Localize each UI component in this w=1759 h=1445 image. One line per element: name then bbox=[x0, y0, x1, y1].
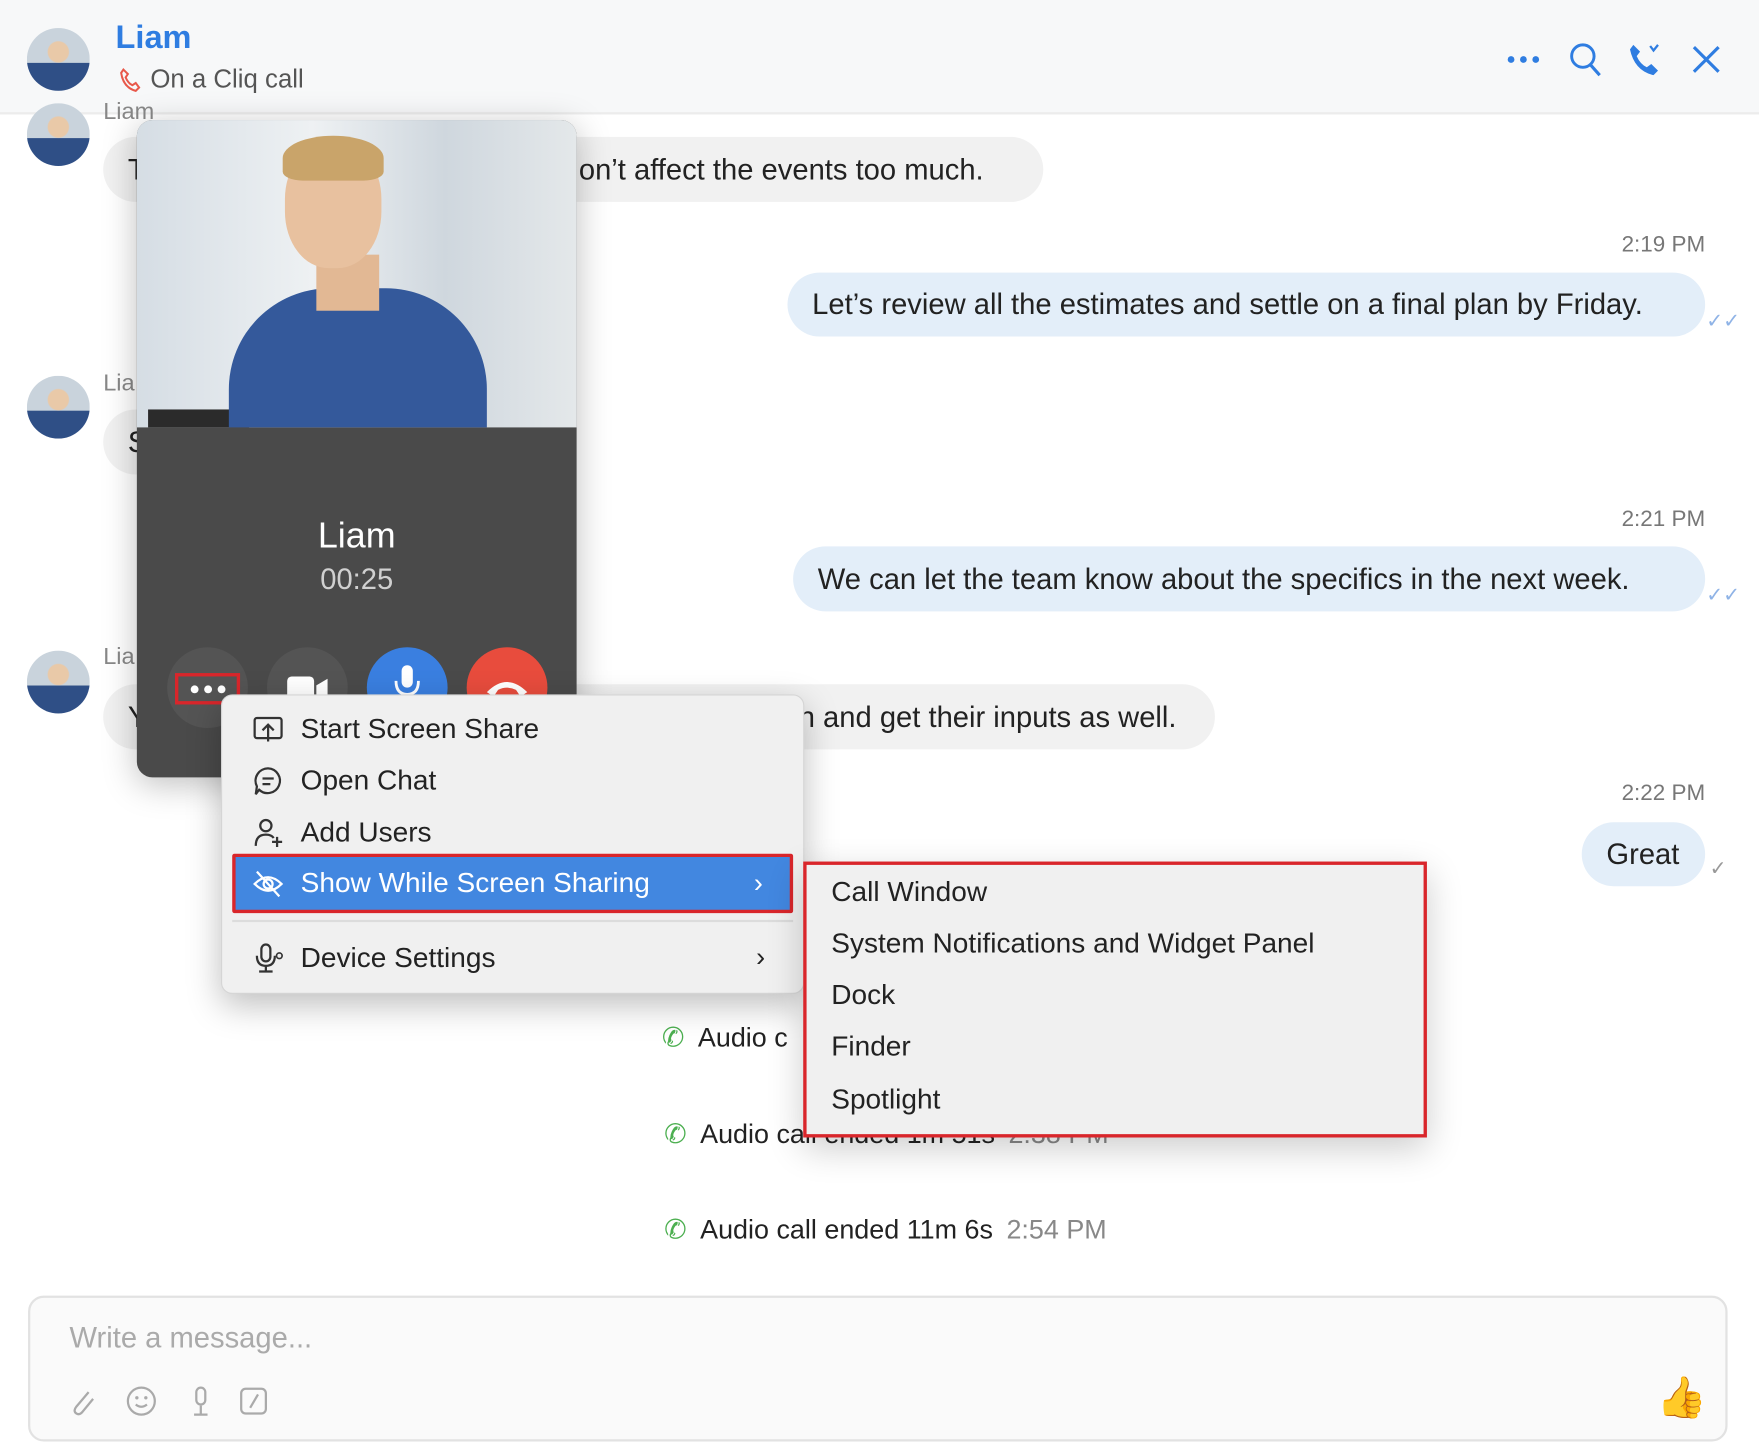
sender-name: Lia bbox=[103, 643, 135, 670]
menu-item-label: Start Screen Share bbox=[300, 712, 540, 745]
menu-item-show-while-screen-sharing[interactable]: Show While Screen Sharing › bbox=[232, 853, 794, 914]
read-receipt-icon: ✓✓ bbox=[1706, 583, 1741, 606]
search-icon[interactable] bbox=[1566, 40, 1604, 78]
menu-item-open-chat[interactable]: Open Chat bbox=[222, 755, 803, 807]
format-icon[interactable] bbox=[238, 1385, 269, 1416]
more-icon[interactable] bbox=[1504, 40, 1542, 78]
menu-item-label: Show While Screen Sharing bbox=[300, 867, 650, 899]
caller-video bbox=[136, 120, 577, 428]
read-receipt-icon: ✓✓ bbox=[1706, 309, 1741, 333]
screen-share-icon bbox=[251, 712, 285, 746]
call-log: ✆ Audio call ended 11m 6s 2:54 PM bbox=[664, 1214, 1107, 1247]
emoji-icon[interactable] bbox=[126, 1385, 157, 1416]
phone-icon bbox=[120, 67, 141, 92]
call-window[interactable]: Liam 00:25 bbox=[136, 120, 577, 778]
sender-avatar bbox=[26, 375, 90, 439]
menu-item-device-settings[interactable]: Device Settings › bbox=[222, 932, 803, 984]
call-status-text: On a Cliq call bbox=[150, 63, 304, 94]
call-options-menu: Start Screen Share Open Chat Add Users S… bbox=[220, 694, 805, 994]
caller-name: Liam bbox=[317, 514, 396, 556]
eye-hidden-icon bbox=[251, 867, 285, 901]
menu-item-add-users[interactable]: Add Users bbox=[222, 807, 803, 859]
contact-avatar[interactable] bbox=[26, 28, 90, 91]
close-icon[interactable] bbox=[1687, 40, 1725, 78]
call-icon[interactable] bbox=[1627, 40, 1665, 78]
call-log-text: Audio call ended 11m 6s bbox=[700, 1214, 993, 1245]
submenu-item-spotlight[interactable]: Spotlight bbox=[831, 1084, 940, 1117]
menu-divider bbox=[232, 919, 794, 923]
call-status: On a Cliq call bbox=[119, 64, 304, 94]
submenu-item-call-window[interactable]: Call Window bbox=[831, 876, 987, 909]
chevron-right-icon: › bbox=[753, 867, 763, 899]
chat-icon bbox=[251, 764, 285, 798]
call-log-icon: ✆ bbox=[661, 1023, 685, 1054]
message-text: Great bbox=[1606, 836, 1680, 871]
call-log-icon: ✆ bbox=[664, 1214, 687, 1246]
message-input[interactable]: Write a message... bbox=[70, 1320, 313, 1355]
chat-header: Liam On a Cliq call bbox=[0, 0, 1759, 115]
menu-item-label: Open Chat bbox=[300, 764, 437, 796]
message-bubble[interactable]: Let’s review all the estimates and settl… bbox=[787, 272, 1706, 337]
message-time: 2:21 PM bbox=[1621, 507, 1706, 532]
message-text: on’t affect the events too much. bbox=[578, 152, 984, 186]
sender-avatar bbox=[26, 103, 90, 167]
sender-avatar bbox=[26, 650, 90, 714]
call-log: ✆ Audio c bbox=[662, 1022, 788, 1055]
thumbs-up-icon[interactable]: 👍 bbox=[1657, 1374, 1707, 1421]
submenu-item-finder[interactable]: Finder bbox=[831, 1031, 911, 1064]
message-time: 2:19 PM bbox=[1621, 232, 1706, 257]
device-settings-icon bbox=[251, 941, 285, 975]
add-user-icon bbox=[251, 816, 285, 850]
message-bubble[interactable]: We can let the team know about the speci… bbox=[793, 546, 1706, 612]
call-duration: 00:25 bbox=[320, 562, 394, 596]
chevron-right-icon: › bbox=[756, 942, 766, 973]
menu-item-label: Device Settings bbox=[300, 941, 496, 974]
message-composer[interactable]: Write a message... 👍 bbox=[28, 1295, 1728, 1442]
message-text: Let’s review all the estimates and settl… bbox=[812, 287, 1643, 321]
menu-item-start-screen-share[interactable]: Start Screen Share bbox=[222, 703, 803, 755]
message-time: 2:22 PM bbox=[1621, 780, 1706, 806]
attachment-icon[interactable] bbox=[66, 1385, 97, 1416]
chat-window: Liam On a Cliq call Liam T on’t affect t… bbox=[0, 0, 1759, 1445]
submenu-item-system-notifications[interactable]: System Notifications and Widget Panel bbox=[831, 928, 1314, 961]
call-log-icon: ✆ bbox=[664, 1119, 687, 1150]
call-log-text: Audio c bbox=[697, 1022, 788, 1053]
message-text: n and get their inputs as well. bbox=[798, 699, 1177, 734]
menu-item-label: Add Users bbox=[300, 816, 432, 848]
call-log-time: 2:54 PM bbox=[1006, 1214, 1107, 1245]
message-bubble[interactable]: Great bbox=[1581, 822, 1706, 887]
message-text: We can let the team know about the speci… bbox=[817, 561, 1630, 596]
show-while-sharing-submenu: Call Window System Notifications and Wid… bbox=[803, 861, 1427, 1138]
sent-receipt-icon: ✓ bbox=[1709, 857, 1727, 880]
microphone-icon[interactable] bbox=[185, 1385, 216, 1416]
sender-name: Lia bbox=[103, 370, 135, 396]
contact-name[interactable]: Liam bbox=[116, 20, 192, 57]
submenu-item-dock[interactable]: Dock bbox=[831, 979, 895, 1012]
